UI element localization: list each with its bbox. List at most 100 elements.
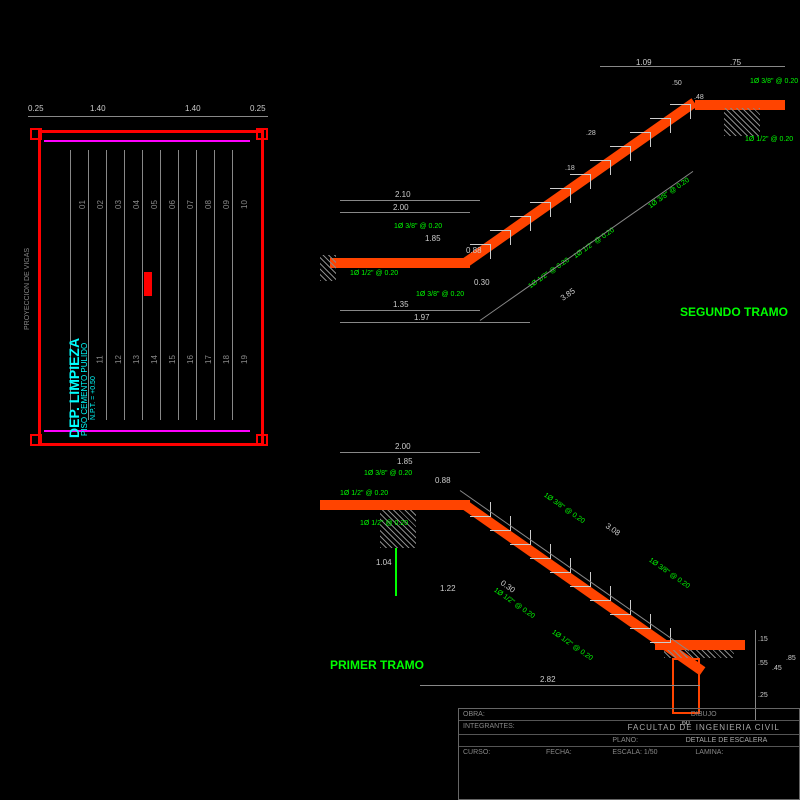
- step: [510, 216, 531, 231]
- dim: 3.08: [604, 521, 622, 537]
- footing: [672, 658, 700, 714]
- step-num: 07: [186, 200, 195, 209]
- dim: 1.22: [440, 584, 456, 593]
- tb-curso: CURSO:: [463, 749, 490, 756]
- tread-line: [178, 150, 179, 420]
- center-pier: [144, 272, 152, 296]
- step-num: 01: [78, 200, 87, 209]
- step: [550, 188, 571, 203]
- plan-inner-line: [44, 140, 250, 142]
- rebar-label: 1Ø 1/2" @ 0.20: [745, 136, 793, 143]
- rebar-label: 1Ø 1/2" @ 0.20: [350, 270, 398, 277]
- rebar-label: 1Ø 1/2" @ 0.20: [340, 490, 388, 497]
- step-num: 16: [186, 355, 195, 364]
- rebar-label: 1Ø 1/2" @ 0.20: [572, 227, 615, 260]
- step-num: 12: [114, 355, 123, 364]
- rebar-label: 1Ø 3/8" @ 0.20: [750, 78, 798, 85]
- rebar-label: 1Ø 3/8" @ 0.20: [647, 177, 690, 210]
- tb-plano-label: PLANO:: [612, 737, 658, 744]
- dim: 2.82: [540, 675, 556, 684]
- dim: 0.88: [466, 246, 482, 255]
- step-num: 19: [240, 355, 249, 364]
- dim: 2.10: [395, 190, 411, 199]
- rebar-label: 1Ø 1/2" @ 0.20: [360, 520, 408, 527]
- tb-escala-val: 1/50: [644, 749, 658, 756]
- section2-title: SEGUNDO TRAMO: [680, 305, 788, 319]
- rebar-label: 1Ø 3/8" @ 0.20: [647, 557, 690, 590]
- dim-line: [480, 171, 694, 321]
- plan-dim-2: 1.40: [90, 104, 106, 113]
- step: [590, 160, 611, 175]
- plan-dim-1: 0.25: [28, 104, 44, 113]
- dim: 1.35: [393, 300, 409, 309]
- tread-line: [160, 150, 161, 420]
- column-line: [395, 548, 397, 596]
- dim: 1.97: [414, 313, 430, 322]
- dim: .25: [758, 692, 768, 699]
- dim-line: [340, 322, 530, 323]
- step-num: 04: [132, 200, 141, 209]
- dim: 1.85: [425, 234, 441, 243]
- dim: 1.04: [376, 558, 392, 567]
- room-sub1: PISO CEMENTO PULIDO: [80, 343, 89, 436]
- left-support-hatch: [320, 255, 336, 281]
- step-num: 06: [168, 200, 177, 209]
- tread-line: [106, 150, 107, 420]
- step: [570, 174, 591, 189]
- dim: 3.85: [559, 286, 577, 302]
- dim: .15: [758, 636, 768, 643]
- step: [530, 202, 551, 217]
- title-block: OBRA: DIBUJO INTEGRANTES: FACULTAD DE IN…: [458, 708, 800, 800]
- dim-line: [340, 310, 480, 311]
- step-num: 02: [96, 200, 105, 209]
- dim-line: [340, 212, 470, 213]
- section1-title: PRIMER TRAMO: [330, 658, 424, 672]
- dim: .55: [758, 660, 768, 667]
- tb-dibujo: DIBUJO: [691, 711, 717, 718]
- step-num: 18: [222, 355, 231, 364]
- subbase-hatch: [664, 650, 734, 658]
- dim: .18: [565, 165, 575, 172]
- step: [630, 132, 651, 147]
- tread-line: [124, 150, 125, 420]
- tb-integrantes: INTEGRANTES:: [463, 723, 515, 730]
- dim: .45: [772, 665, 782, 672]
- tread-line: [142, 150, 143, 420]
- rebar-label: 1Ø 3/8" @ 0.20: [542, 492, 585, 525]
- step-num: 08: [204, 200, 213, 209]
- step-num: 03: [114, 200, 123, 209]
- dim-line: [755, 630, 756, 720]
- room-sub2: N.P.T. = +0.50: [90, 376, 97, 420]
- landing-slab: [330, 258, 470, 268]
- step: [650, 118, 671, 133]
- left-support-hatch: [380, 510, 416, 548]
- plan-dim-line: [28, 116, 268, 117]
- dim: .28: [586, 130, 596, 137]
- dim: 0.30: [474, 278, 490, 287]
- plan-dim-3: 1.40: [185, 104, 201, 113]
- tb-facultad: FACULTAD DE INGENIERIA CIVIL: [628, 723, 780, 732]
- dim: .50: [672, 80, 682, 87]
- step-num: 05: [150, 200, 159, 209]
- right-support-hatch: [724, 108, 760, 136]
- landing-slab: [320, 500, 470, 510]
- step: [610, 146, 631, 161]
- rebar-label: 1Ø 3/8" @ 0.20: [364, 470, 412, 477]
- dim: .48: [694, 94, 704, 101]
- rebar-label: 1Ø 3/8" @ 0.20: [416, 291, 464, 298]
- dim: 0.88: [435, 476, 451, 485]
- step-num: 10: [240, 200, 249, 209]
- step-num: 14: [150, 355, 159, 364]
- step-num: 17: [204, 355, 213, 364]
- tb-lamina: LAMINA:: [695, 749, 723, 756]
- rebar-label: 1Ø 1/2" @ 0.20: [550, 629, 593, 662]
- cad-drawing-canvas: 0.25 1.40 1.40 0.25 01 02 03 04 05 06 07…: [0, 0, 800, 800]
- tread-line: [196, 150, 197, 420]
- tb-escala: ESCALA:: [612, 749, 642, 756]
- dim: .85: [786, 655, 796, 662]
- dim-line: [420, 685, 700, 686]
- step-num: 13: [132, 355, 141, 364]
- step-num: 15: [168, 355, 177, 364]
- tread-line: [232, 150, 233, 420]
- tb-detalle: DETALLE DE ESCALERA: [658, 737, 795, 744]
